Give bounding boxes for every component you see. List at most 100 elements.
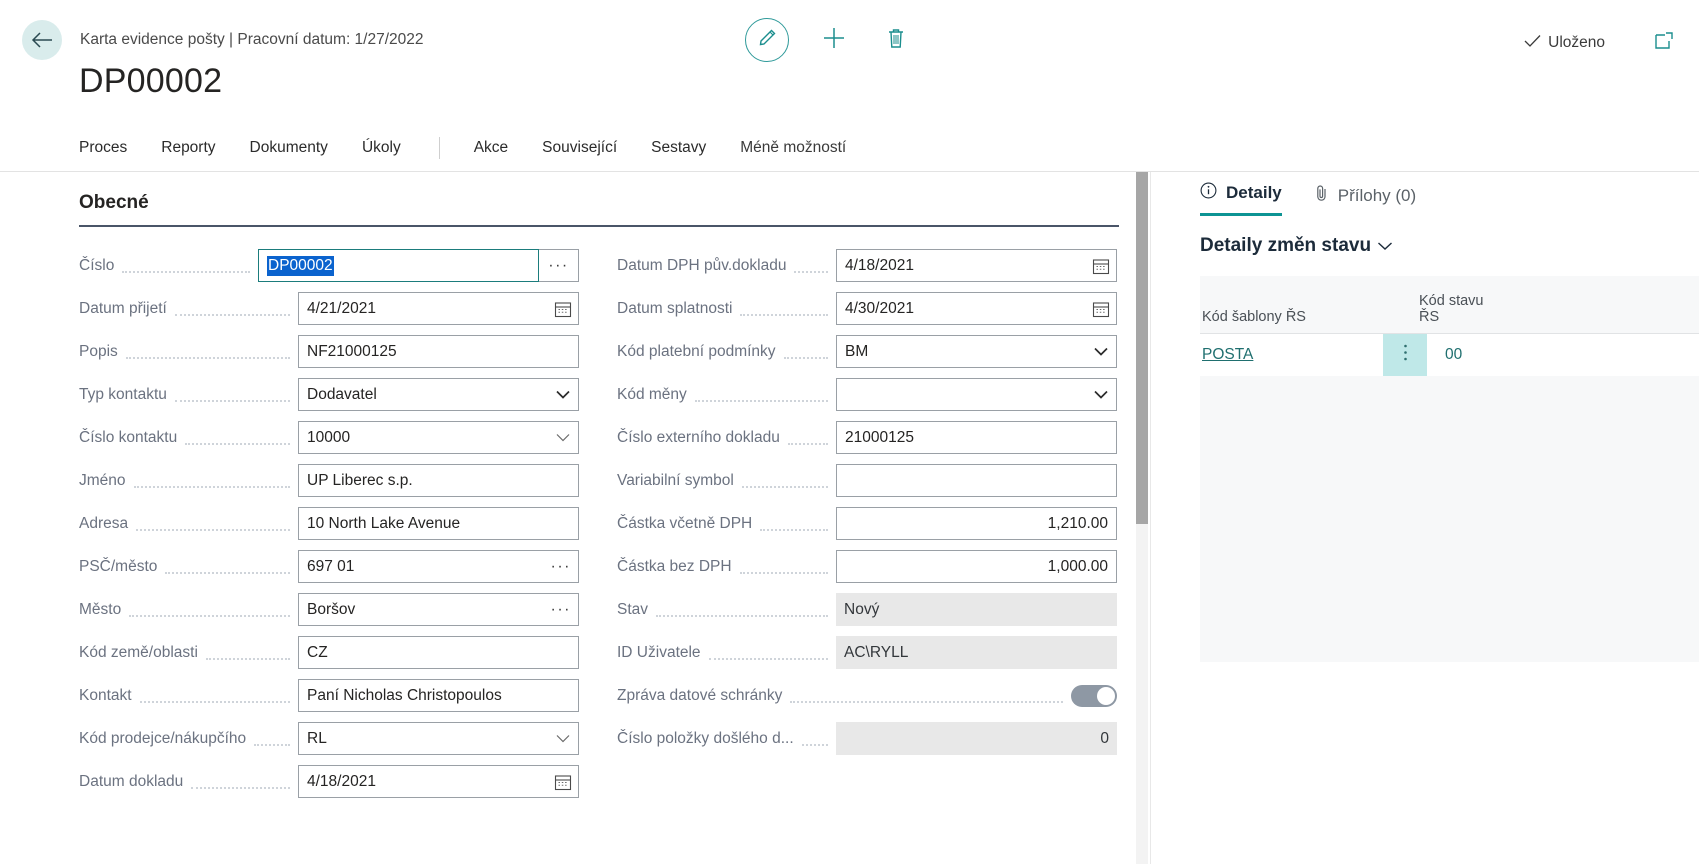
factbox-tab-label: Detaily [1226, 183, 1282, 203]
castka-vcetne-dph-input[interactable]: 1,210.00 [836, 507, 1117, 540]
cislo-polozky-readonly-field: 0 [836, 722, 1117, 755]
field-control: UP Liberec s.p. [298, 464, 579, 497]
mesto-input[interactable]: Boršov ··· [298, 593, 579, 626]
id-uzivatele-value: AC\RYLL [844, 644, 908, 662]
cislo-input[interactable]: DP00002 [258, 249, 539, 282]
edit-button[interactable] [745, 18, 789, 62]
calendar-icon[interactable] [1092, 300, 1110, 318]
psc-mesto-input[interactable]: 697 01 ··· [298, 550, 579, 583]
vertical-ellipsis-icon [1403, 343, 1408, 367]
checkmark-icon [1524, 34, 1541, 53]
field-control: Dodavatel [298, 378, 579, 411]
datum-prijeti-input[interactable]: 4/21/2021 [298, 292, 579, 325]
field-label: Číslo externího dokladu [617, 429, 780, 447]
factbox-panel: Detaily Přílohy (0) Detaily změn stavu K… [1150, 172, 1699, 864]
ribbon-item-souvisejici[interactable]: Související [542, 139, 617, 157]
field-label: Datum DPH pův.dokladu [617, 257, 786, 275]
ribbon-item-ukoly[interactable]: Úkoly [362, 139, 401, 157]
open-in-new-window-button[interactable] [1647, 26, 1681, 60]
field-label: Kód země/oblasti [79, 644, 198, 662]
field-control: RL [298, 722, 579, 755]
ribbon-item-dokumenty[interactable]: Dokumenty [250, 139, 328, 157]
factbox-group-header[interactable]: Detaily změn stavu [1200, 235, 1393, 257]
field-label: Variabilní symbol [617, 472, 734, 490]
leader-dots [742, 486, 828, 488]
adresa-input[interactable]: 10 North Lake Avenue [298, 507, 579, 540]
plus-icon [821, 25, 847, 56]
kod-prodejce-select[interactable]: RL [298, 722, 579, 755]
leader-dots [740, 572, 828, 574]
popis-value: NF21000125 [307, 343, 397, 361]
new-button[interactable] [817, 23, 851, 57]
kod-zeme-input[interactable]: CZ [298, 636, 579, 669]
kod-meny-select[interactable] [836, 378, 1117, 411]
field-label: Datum přijetí [79, 300, 167, 318]
calendar-icon[interactable] [1092, 257, 1110, 275]
field-variabilni-symbol: Variabilní symbol [617, 459, 1117, 502]
template-code-link[interactable]: POSTA [1202, 346, 1253, 364]
cislo-externiho-dokladu-input[interactable]: 21000125 [836, 421, 1117, 454]
kontakt-input[interactable]: Paní Nicholas Christopoulos [298, 679, 579, 712]
factbox-tab-detaily[interactable]: Detaily [1200, 182, 1282, 216]
factbox-tab-prilohy[interactable]: Přílohy (0) [1314, 184, 1416, 216]
leader-dots [784, 357, 828, 359]
leader-dots [136, 529, 290, 531]
row-menu-button[interactable] [1383, 334, 1427, 376]
typ-kontaktu-select[interactable]: Dodavatel [298, 378, 579, 411]
ribbon-item-akce[interactable]: Akce [474, 139, 508, 157]
popis-input[interactable]: NF21000125 [298, 335, 579, 368]
stav-value: Nový [844, 601, 879, 619]
datum-dokladu-input[interactable]: 4/18/2021 [298, 765, 579, 798]
kod-platebni-podminky-value: BM [845, 343, 868, 361]
zprava-datove-schranky-toggle[interactable] [1071, 685, 1117, 707]
field-label: PSČ/město [79, 558, 157, 576]
ribbon-item-proces[interactable]: Proces [79, 139, 127, 157]
section-divider [79, 225, 1119, 227]
main-scrollbar-thumb[interactable] [1136, 172, 1148, 524]
datum-dph-input[interactable]: 4/18/2021 [836, 249, 1117, 282]
field-mesto: Město Boršov ··· [79, 588, 579, 631]
field-label: Jméno [79, 472, 126, 490]
field-control: 10 North Lake Avenue [298, 507, 579, 540]
ribbon-item-sestavy[interactable]: Sestavy [651, 139, 706, 157]
table-header-row: Kód šablony ŘS Kód stavu ŘS [1200, 276, 1699, 334]
field-control: AC\RYLL [836, 636, 1117, 669]
paperclip-icon [1314, 184, 1329, 207]
delete-button[interactable] [879, 23, 913, 57]
field-castka-vcetne-dph: Částka včetně DPH 1,210.00 [617, 502, 1117, 545]
ribbon-item-reporty[interactable]: Reporty [161, 139, 215, 157]
mesto-assist-button[interactable]: ··· [551, 601, 571, 619]
leader-dots [695, 400, 828, 402]
kod-platebni-podminky-select[interactable]: BM [836, 335, 1117, 368]
datum-splatnosti-input[interactable]: 4/30/2021 [836, 292, 1117, 325]
field-control: DP00002 ··· [258, 249, 579, 282]
leader-dots [656, 615, 828, 617]
psc-mesto-assist-button[interactable]: ··· [551, 558, 571, 576]
field-jmeno: Jméno UP Liberec s.p. [79, 459, 579, 502]
field-control [836, 464, 1117, 497]
cislo-externiho-dokladu-value: 21000125 [845, 429, 914, 447]
cislo-assist-button[interactable]: ··· [539, 249, 579, 282]
chevron-down-icon [556, 429, 570, 447]
ribbon-item-mene-moznosti[interactable]: Méně možností [740, 139, 846, 157]
castka-bez-dph-input[interactable]: 1,000.00 [836, 550, 1117, 583]
field-label: Typ kontaktu [79, 386, 167, 404]
back-button[interactable] [22, 20, 62, 60]
calendar-icon[interactable] [554, 773, 572, 791]
saved-status: Uloženo [1524, 34, 1605, 53]
calendar-icon[interactable] [554, 300, 572, 318]
kod-zeme-value: CZ [307, 644, 328, 662]
field-control [836, 378, 1117, 411]
field-label: Číslo položky došlého d... [617, 730, 794, 748]
field-control: 21000125 [836, 421, 1117, 454]
field-cislo: Číslo DP00002 ··· [79, 244, 579, 287]
cislo-kontaktu-select[interactable]: 10000 [298, 421, 579, 454]
main-scrollbar[interactable] [1136, 172, 1148, 864]
field-castka-bez-dph: Částka bez DPH 1,000.00 [617, 545, 1117, 588]
table-row[interactable]: POSTA 00 [1200, 334, 1699, 376]
jmeno-input[interactable]: UP Liberec s.p. [298, 464, 579, 497]
kod-prodejce-value: RL [307, 730, 327, 748]
field-cislo-externiho-dokladu: Číslo externího dokladu 21000125 [617, 416, 1117, 459]
field-label: Číslo kontaktu [79, 429, 177, 447]
variabilni-symbol-input[interactable] [836, 464, 1117, 497]
